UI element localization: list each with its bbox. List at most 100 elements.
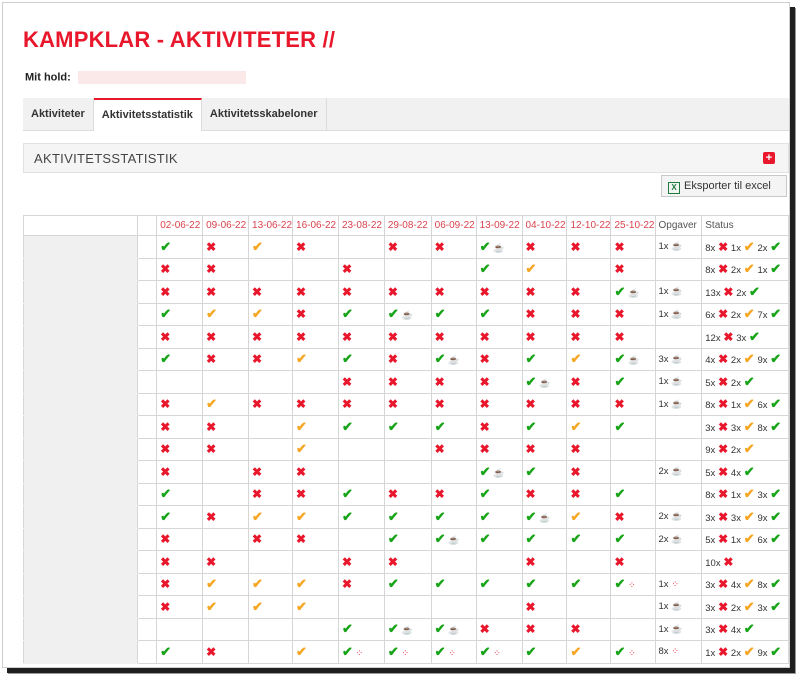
header-date-29-08-22[interactable]: 29-08-22	[383, 215, 432, 236]
activity-cell[interactable]: ✖	[156, 415, 204, 439]
activity-cell[interactable]: ✔	[521, 527, 568, 551]
header-date-12-10-22[interactable]: 12-10-22	[566, 215, 612, 236]
activity-cell[interactable]: ✔	[383, 505, 432, 529]
activity-cell[interactable]: ✔	[610, 370, 656, 394]
activity-cell[interactable]: ✔	[610, 482, 656, 506]
activity-cell[interactable]: ✔	[475, 505, 523, 529]
activity-cell[interactable]: ✖	[521, 437, 568, 461]
activity-cell[interactable]: ✖	[475, 280, 523, 304]
header-date-13-06-22[interactable]: 13-06-22	[248, 215, 294, 236]
activity-cell[interactable]: ✔	[292, 505, 339, 529]
activity-cell[interactable]: ✖	[566, 460, 612, 484]
activity-cell[interactable]: ✖	[610, 505, 656, 529]
activity-cell[interactable]: ✖	[292, 280, 339, 304]
activity-cell[interactable]: ✔	[430, 505, 477, 529]
activity-cell[interactable]: ✔	[566, 415, 612, 439]
activity-cell[interactable]: ✔	[156, 505, 204, 529]
activity-cell[interactable]: ✖	[202, 437, 250, 461]
activity-cell[interactable]: ✖	[202, 640, 250, 664]
activity-cell[interactable]: ✔	[292, 415, 339, 439]
activity-cell[interactable]: ✔ ☕	[475, 235, 523, 259]
activity-cell[interactable]: ✔ ⁘	[610, 572, 656, 596]
activity-cell[interactable]: ✖	[475, 437, 523, 461]
activity-cell[interactable]: ✔	[337, 617, 385, 641]
activity-cell[interactable]: ✖	[292, 527, 339, 551]
activity-cell[interactable]: ✔ ☕	[521, 370, 568, 394]
activity-cell[interactable]: ✔	[475, 572, 523, 596]
activity-cell[interactable]: ✔ ⁘	[383, 640, 432, 664]
activity-cell[interactable]: ✔ ⁘	[475, 640, 523, 664]
activity-cell[interactable]: ✖	[248, 482, 294, 506]
activity-cell[interactable]: ✔	[475, 302, 523, 326]
activity-cell[interactable]: ✔	[292, 640, 339, 664]
activity-cell[interactable]: ✖	[566, 437, 612, 461]
activity-cell[interactable]: ✔	[521, 640, 568, 664]
activity-cell[interactable]: ✖	[383, 280, 432, 304]
activity-cell[interactable]: ✔	[430, 415, 477, 439]
activity-cell[interactable]: ✖	[475, 392, 523, 416]
activity-cell[interactable]: ✖	[156, 325, 204, 349]
activity-cell[interactable]: ✖	[156, 595, 204, 619]
activity-cell[interactable]: ✔	[475, 527, 523, 551]
activity-cell[interactable]: ✖	[248, 280, 294, 304]
activity-cell[interactable]: ✔	[156, 235, 204, 259]
activity-cell[interactable]: ✔	[610, 527, 656, 551]
activity-cell[interactable]: ✖	[383, 347, 432, 371]
activity-cell[interactable]: ✔ ☕	[475, 460, 523, 484]
activity-cell[interactable]: ✔	[475, 257, 523, 281]
activity-cell[interactable]: ✔	[610, 415, 656, 439]
activity-cell[interactable]: ✖	[202, 505, 250, 529]
activity-cell[interactable]: ✖	[202, 257, 250, 281]
activity-cell[interactable]: ✖	[610, 257, 656, 281]
activity-cell[interactable]: ✔ ⁘	[430, 640, 477, 664]
activity-cell[interactable]: ✔	[337, 347, 385, 371]
activity-cell[interactable]: ✔ ☕	[430, 617, 477, 641]
activity-cell[interactable]: ✖	[475, 347, 523, 371]
activity-cell[interactable]: ✖	[521, 280, 568, 304]
activity-cell[interactable]: ✔	[521, 257, 568, 281]
activity-cell[interactable]: ✖	[337, 257, 385, 281]
activity-cell[interactable]: ✔	[156, 640, 204, 664]
activity-cell[interactable]: ✔	[383, 572, 432, 596]
activity-cell[interactable]: ✖	[337, 392, 385, 416]
activity-cell[interactable]: ✖	[430, 370, 477, 394]
activity-cell[interactable]: ✖	[156, 460, 204, 484]
activity-cell[interactable]: ✖	[610, 302, 656, 326]
activity-cell[interactable]: ✖	[475, 415, 523, 439]
activity-cell[interactable]: ✔ ☕	[610, 280, 656, 304]
header-date-25-10-22[interactable]: 25-10-22	[610, 215, 656, 236]
activity-cell[interactable]: ✖	[430, 325, 477, 349]
activity-cell[interactable]: ✔	[202, 595, 250, 619]
activity-cell[interactable]: ✖	[566, 370, 612, 394]
activity-cell[interactable]: ✖	[248, 392, 294, 416]
activity-cell[interactable]: ✖	[383, 325, 432, 349]
activity-cell[interactable]: ✖	[566, 482, 612, 506]
activity-cell[interactable]: ✔	[292, 572, 339, 596]
activity-cell[interactable]: ✖	[156, 527, 204, 551]
activity-cell[interactable]: ✖	[610, 392, 656, 416]
activity-cell[interactable]: ✔	[202, 302, 250, 326]
tab-aktivitetsstatistik[interactable]: Aktivitetsstatistik	[93, 98, 202, 131]
activity-cell[interactable]: ✖	[156, 280, 204, 304]
activity-cell[interactable]: ✖	[337, 280, 385, 304]
activity-cell[interactable]: ✖	[292, 235, 339, 259]
activity-cell[interactable]: ✖	[566, 617, 612, 641]
header-date-06-09-22[interactable]: 06-09-22	[430, 215, 477, 236]
activity-cell[interactable]: ✔	[566, 527, 612, 551]
activity-cell[interactable]: ✔	[430, 572, 477, 596]
activity-cell[interactable]: ✔ ☕	[430, 527, 477, 551]
activity-cell[interactable]: ✖	[383, 370, 432, 394]
activity-cell[interactable]: ✖	[156, 572, 204, 596]
activity-cell[interactable]: ✔	[521, 460, 568, 484]
activity-cell[interactable]: ✔	[248, 505, 294, 529]
activity-cell[interactable]: ✖	[521, 617, 568, 641]
header-date-09-06-22[interactable]: 09-06-22	[202, 215, 250, 236]
activity-cell[interactable]: ✔	[383, 415, 432, 439]
header-date-13-09-22[interactable]: 13-09-22	[475, 215, 523, 236]
activity-cell[interactable]: ✖	[292, 392, 339, 416]
activity-cell[interactable]: ✖	[383, 392, 432, 416]
activity-cell[interactable]: ✖	[566, 325, 612, 349]
activity-cell[interactable]: ✔	[566, 505, 612, 529]
activity-cell[interactable]: ✖	[566, 302, 612, 326]
activity-cell[interactable]: ✖	[521, 482, 568, 506]
